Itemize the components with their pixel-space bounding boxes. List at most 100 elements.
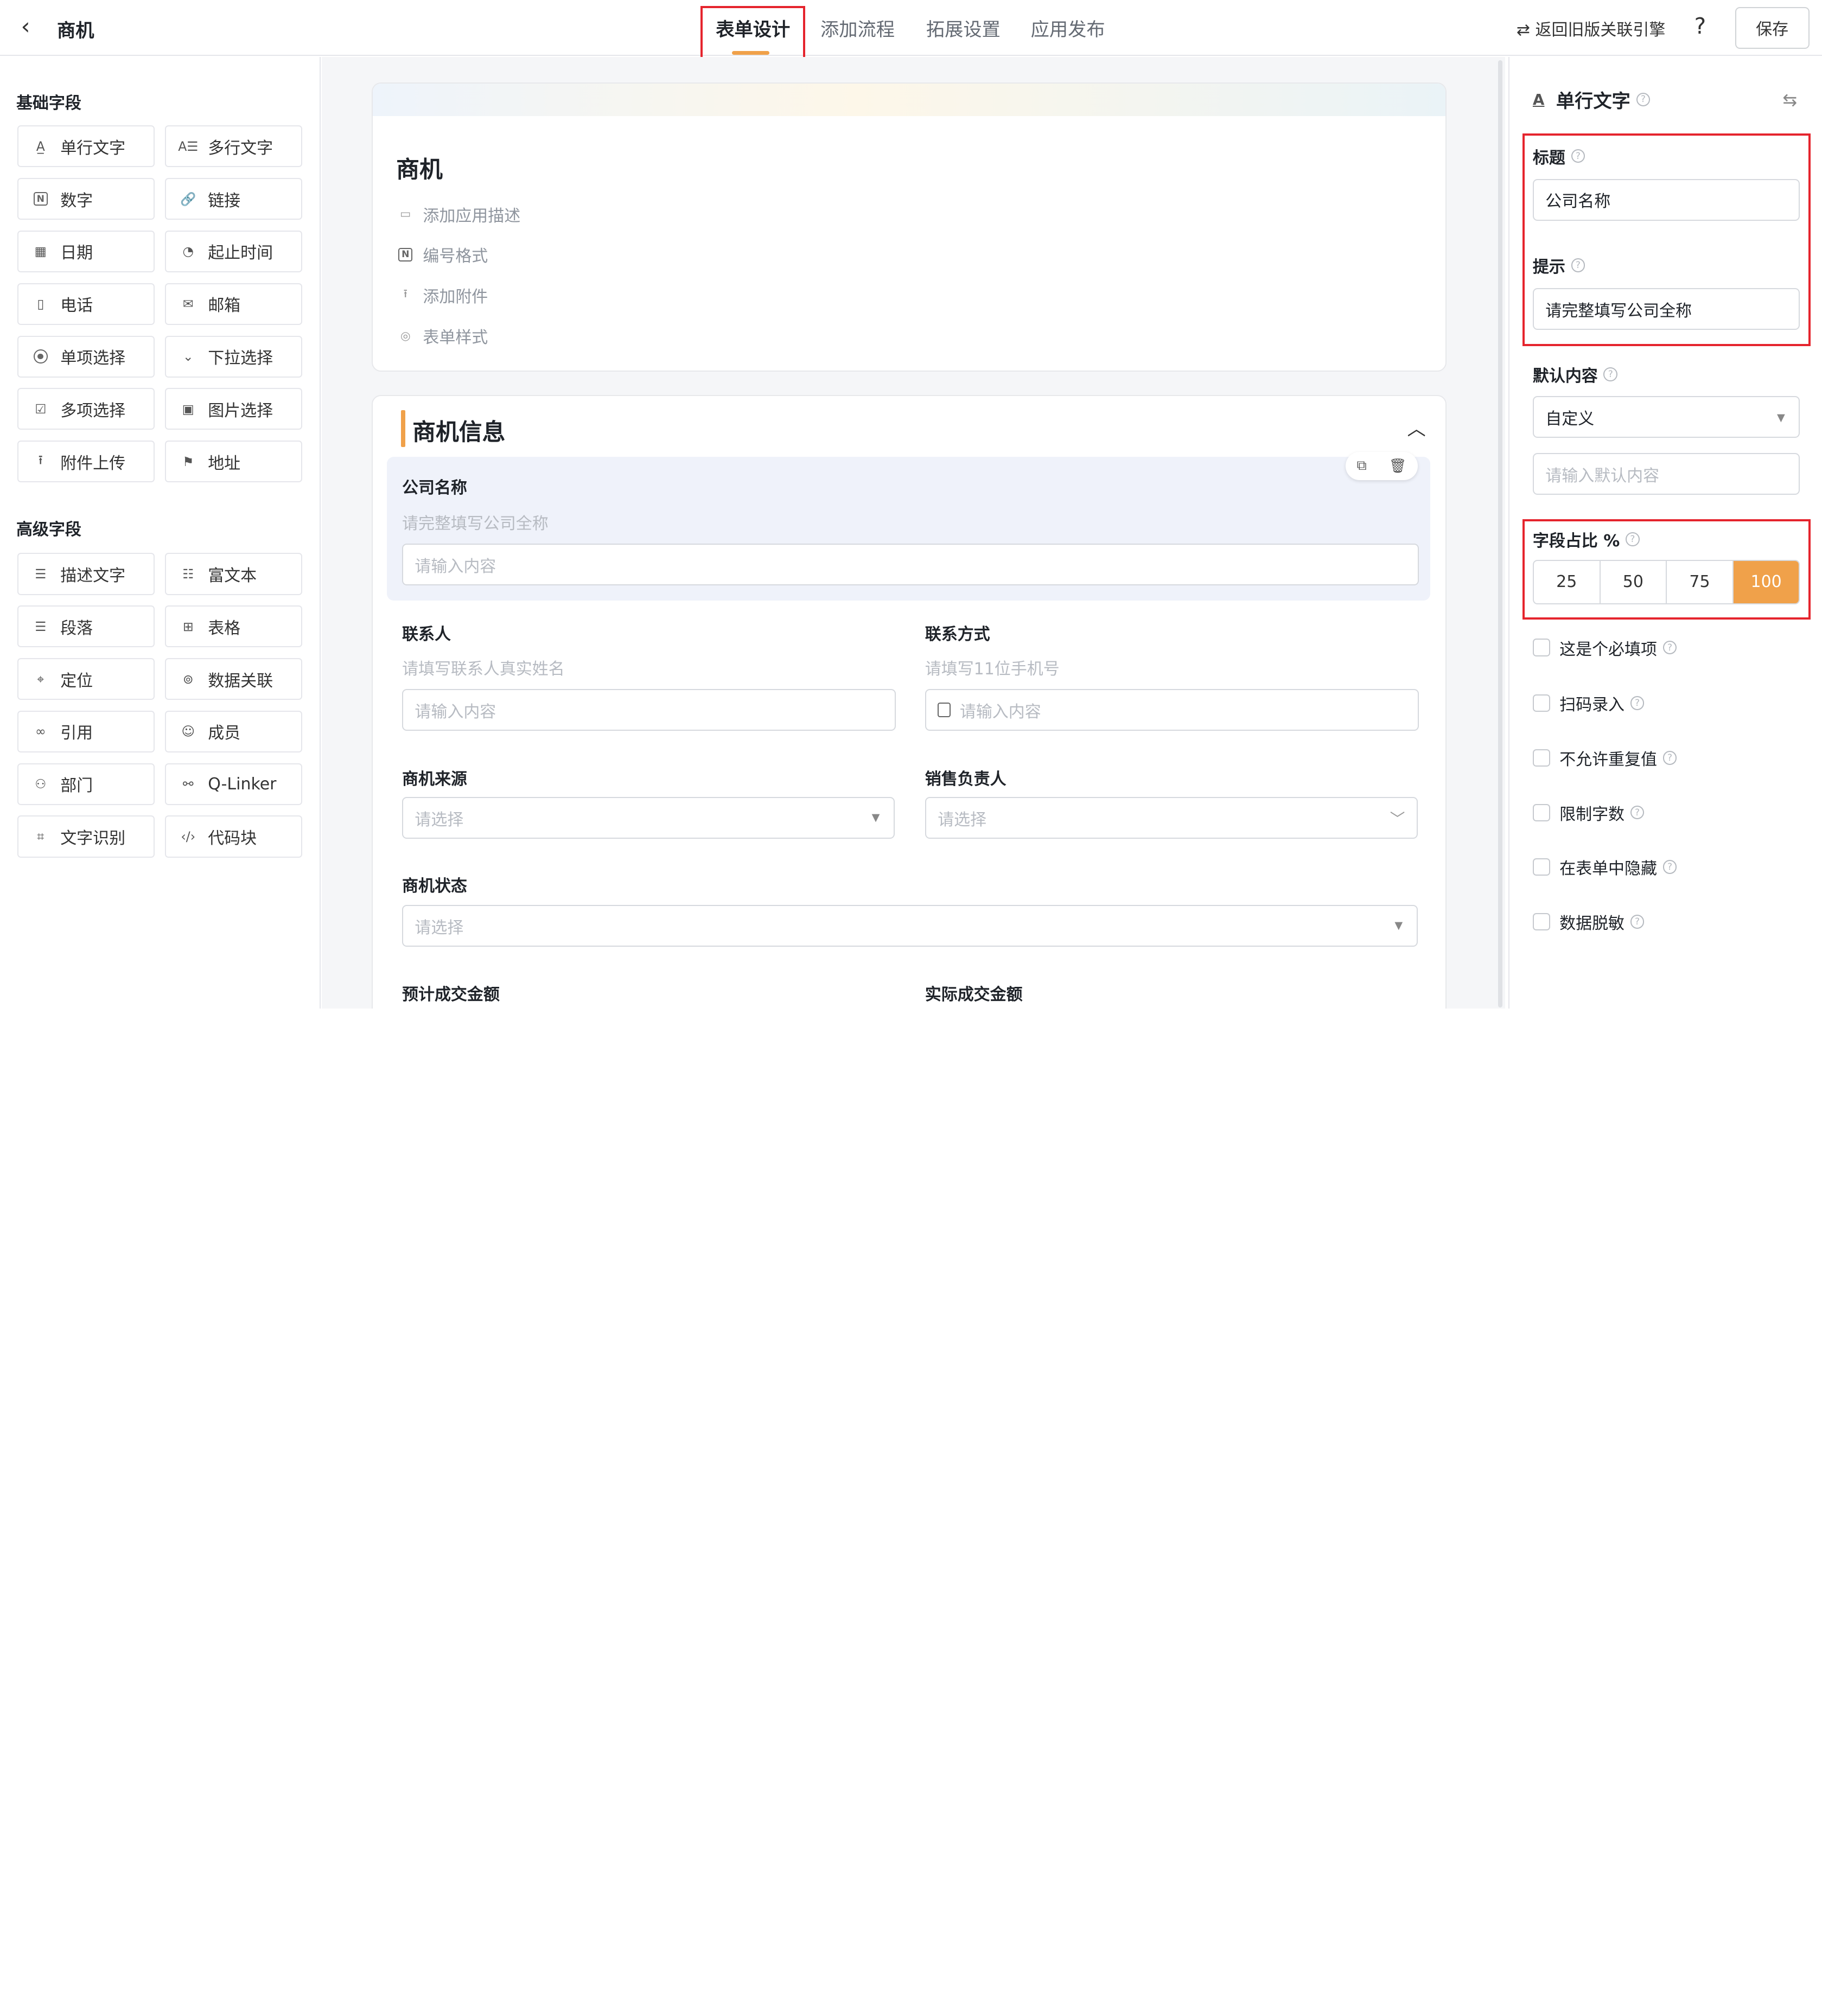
- option-checkbox-4[interactable]: 在表单中隐藏?: [1532, 855, 1677, 879]
- help-circle-icon[interactable]: ?: [1571, 149, 1585, 163]
- basic-field-4[interactable]: ▦ 日期: [17, 230, 155, 272]
- basic-field-8[interactable]: 单项选择: [17, 335, 155, 378]
- option-checkbox-2[interactable]: 不允许重复值?: [1532, 746, 1677, 770]
- switch-type-icon[interactable]: ⇆: [1782, 90, 1797, 110]
- help-circle-icon[interactable]: ?: [1625, 532, 1640, 547]
- basic-field-13[interactable]: ⚑ 地址: [165, 441, 302, 483]
- checkbox[interactable]: [1532, 803, 1551, 821]
- advanced-field-3[interactable]: ⊞ 表格: [165, 605, 302, 648]
- help-icon[interactable]: ?: [1694, 13, 1706, 39]
- trash-icon[interactable]: 🗑: [1389, 458, 1407, 474]
- basic-field-0[interactable]: A̲ 单行文字: [17, 125, 155, 168]
- tab-extend-settings[interactable]: 拓展设置: [926, 14, 1001, 41]
- checkbox[interactable]: [1532, 749, 1551, 767]
- advanced-field-7[interactable]: ☺ 成员: [165, 710, 302, 752]
- default-value-input[interactable]: 请输入默认内容: [1532, 453, 1800, 495]
- copy-icon[interactable]: ⧉: [1357, 457, 1367, 474]
- advanced-field-8[interactable]: ⚇ 部门: [17, 763, 155, 805]
- width-option-100[interactable]: 100: [1733, 561, 1799, 603]
- advanced-field-0[interactable]: ☰ 描述文字: [17, 553, 155, 595]
- hint-input[interactable]: 请完整填写公司全称: [1532, 288, 1800, 330]
- advanced-field-6[interactable]: ∞ 引用: [17, 710, 155, 752]
- number-format-link[interactable]: N 编号格式: [397, 243, 488, 266]
- advanced-field-1[interactable]: ☷ 富文本: [165, 553, 302, 595]
- field-type-label: 单行文字: [1556, 91, 1630, 113]
- number-icon: N: [397, 246, 413, 263]
- add-description-link[interactable]: ▭ 添加应用描述: [397, 202, 520, 226]
- owner-select[interactable]: 请选择 ﹀: [925, 797, 1418, 839]
- advanced-field-11[interactable]: ‹/› 代码块: [165, 815, 302, 858]
- tab-app-publish[interactable]: 应用发布: [1031, 14, 1105, 41]
- width-option-75[interactable]: 75: [1667, 561, 1734, 603]
- basic-field-6[interactable]: ▯ 电话: [17, 283, 155, 325]
- help-circle-icon[interactable]: ?: [1662, 640, 1677, 655]
- chevron-up-icon[interactable]: ︿: [1407, 413, 1425, 441]
- option-checkbox-1[interactable]: 扫码录入?: [1532, 691, 1645, 715]
- radio-icon: [31, 347, 50, 366]
- option-label: 不允许重复值: [1559, 750, 1657, 769]
- source-select[interactable]: 请选择 ▼: [402, 797, 895, 839]
- field-label: 日期: [60, 244, 93, 263]
- width-option-50[interactable]: 50: [1601, 561, 1667, 603]
- checkbox[interactable]: [1532, 639, 1551, 656]
- basic-field-2[interactable]: N 数字: [17, 178, 155, 220]
- chevron-down-icon: ﹀: [1390, 810, 1405, 828]
- form-style-link[interactable]: ◎ 表单样式: [397, 324, 488, 348]
- advanced-field-5[interactable]: ⊚ 数据关联: [165, 658, 302, 700]
- save-button[interactable]: 保存: [1735, 7, 1810, 49]
- canvas-scrollbar[interactable]: [1498, 60, 1503, 1007]
- option-checkbox-5[interactable]: 数据脱敏?: [1532, 910, 1645, 934]
- contact-input[interactable]: 请输入内容: [402, 689, 896, 731]
- help-circle-icon[interactable]: ?: [1630, 915, 1645, 929]
- help-circle-icon[interactable]: ?: [1603, 367, 1618, 382]
- checkbox[interactable]: [1532, 913, 1551, 930]
- advanced-field-10[interactable]: ⌗ 文字识别: [17, 815, 155, 858]
- checkbox[interactable]: [1532, 858, 1551, 876]
- company-input[interactable]: 请输入内容: [402, 544, 1419, 586]
- advanced-field-4[interactable]: ⌖ 定位: [17, 658, 155, 700]
- basic-field-3[interactable]: 🔗 链接: [165, 178, 302, 220]
- field-label: 地址: [208, 454, 241, 473]
- help-circle-icon[interactable]: ?: [1662, 860, 1677, 875]
- help-circle-icon[interactable]: ?: [1630, 805, 1645, 820]
- back-arrow-icon[interactable]: ‹: [21, 14, 44, 40]
- image-icon: ▣: [182, 401, 194, 417]
- field-label: Q-Linker: [208, 774, 277, 794]
- title-input[interactable]: 公司名称: [1532, 178, 1800, 221]
- field-label: 引用: [60, 724, 93, 743]
- tab-form-design[interactable]: 表单设计: [716, 14, 790, 41]
- phone-input[interactable]: 请输入内容: [925, 689, 1419, 731]
- q-linker-icon: ⚯: [182, 776, 194, 792]
- default-label: 默认内容 ?: [1533, 362, 1618, 386]
- default-mode-select[interactable]: 自定义 ▼: [1532, 396, 1800, 438]
- field-label: 成员: [208, 724, 241, 743]
- basic-field-7[interactable]: ✉ 邮箱: [165, 283, 302, 325]
- tab-add-process[interactable]: 添加流程: [820, 14, 895, 41]
- help-circle-icon[interactable]: ?: [1630, 696, 1645, 711]
- help-circle-icon[interactable]: ?: [1636, 92, 1651, 107]
- basic-field-1[interactable]: A☰ 多行文字: [165, 125, 302, 168]
- basic-field-9[interactable]: ⌄ 下拉选择: [165, 335, 302, 378]
- return-old-engine-link[interactable]: ⇄ 返回旧版关联引擎: [1517, 16, 1665, 40]
- advanced-field-2[interactable]: ☰ 段落: [17, 605, 155, 648]
- option-checkbox-3[interactable]: 限制字数?: [1532, 801, 1645, 825]
- basic-field-10[interactable]: ☑ 多项选择: [17, 388, 155, 430]
- help-circle-icon[interactable]: ?: [1571, 258, 1585, 272]
- basic-field-5[interactable]: ◔ 起止时间: [165, 230, 302, 272]
- width-option-25[interactable]: 25: [1534, 561, 1601, 603]
- table-icon: ⊞: [182, 618, 194, 634]
- advanced-field-9[interactable]: ⚯ Q-Linker: [165, 763, 302, 805]
- basic-field-11[interactable]: ▣ 图片选择: [165, 388, 302, 430]
- field-hint-contact: 请填写联系人真实姓名: [402, 659, 565, 679]
- option-checkbox-0[interactable]: 这是个必填项?: [1532, 636, 1677, 660]
- field-label: 描述文字: [60, 566, 126, 585]
- checkbox[interactable]: [1532, 694, 1551, 712]
- top-header: ‹ 商机 表单设计 添加流程 拓展设置 应用发布 ⇄ 返回旧版关联引擎 ? 保存: [0, 0, 1822, 56]
- help-circle-icon[interactable]: ?: [1662, 751, 1677, 765]
- status-select[interactable]: 请选择 ▼: [402, 905, 1418, 947]
- dropdown-icon: ⌄: [182, 349, 194, 365]
- field-hint-phone: 请填写11位手机号: [925, 659, 1060, 679]
- single-line-text-icon: A: [1532, 90, 1545, 109]
- basic-field-12[interactable]: ⭱ 附件上传: [17, 441, 155, 483]
- add-attachment-link[interactable]: ⭱ 添加附件: [397, 283, 488, 307]
